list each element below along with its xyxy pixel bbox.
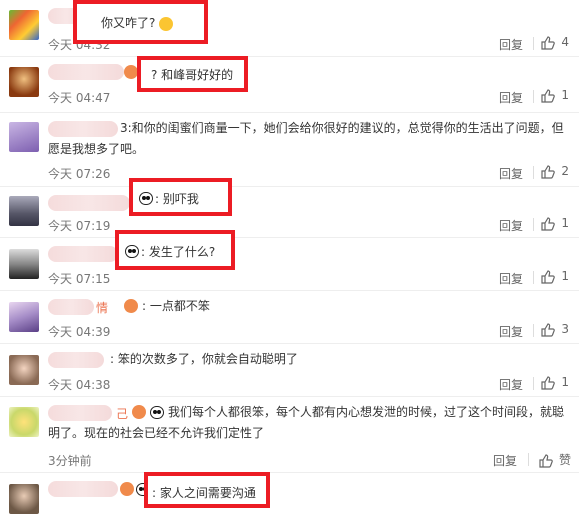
reply-button[interactable]: 回复 bbox=[499, 165, 523, 182]
comment-item: 3:和你的闺蜜们商量一下，她们会给你很好的建议的，总觉得你的生活出了问题，但愿是… bbox=[0, 112, 579, 187]
username-blurred bbox=[48, 299, 94, 315]
thumbs-up-icon bbox=[539, 453, 553, 468]
reply-button[interactable]: 回复 bbox=[493, 452, 517, 469]
reply-button[interactable]: 回复 bbox=[499, 323, 523, 340]
avatar[interactable] bbox=[9, 355, 39, 385]
comment-time: 今天 07:15 bbox=[48, 272, 111, 286]
like-count: 1 bbox=[561, 88, 569, 102]
divider bbox=[533, 377, 534, 390]
comment-item: 己 我们每个人都很笨，每个人都有内心想发泄的时候，过了这个时间段，就聪明了。现在… bbox=[0, 396, 579, 473]
thumbs-up-icon bbox=[541, 164, 556, 179]
like-count: 3 bbox=[561, 322, 569, 336]
vip-badge-icon bbox=[124, 299, 138, 313]
like-button[interactable]: 2 bbox=[541, 164, 569, 179]
username-blurred bbox=[48, 195, 130, 211]
comment-time: 今天 04:47 bbox=[48, 91, 111, 105]
username-blurred bbox=[48, 481, 118, 497]
laugh-emoji-icon bbox=[159, 16, 174, 31]
like-count: 1 bbox=[561, 216, 569, 230]
like-count: 2 bbox=[561, 164, 569, 178]
panda-badge-icon bbox=[139, 192, 153, 205]
username-blurred bbox=[48, 352, 104, 368]
avatar[interactable] bbox=[9, 302, 39, 332]
reply-button[interactable]: 回复 bbox=[499, 89, 523, 106]
reply-button[interactable]: 回复 bbox=[499, 270, 523, 287]
divider bbox=[528, 453, 529, 466]
vip-badge-icon bbox=[124, 65, 138, 79]
avatar[interactable] bbox=[9, 67, 39, 97]
comment-text: : 发生了什么? bbox=[141, 245, 216, 259]
reply-button[interactable]: 回复 bbox=[499, 376, 523, 393]
thumbs-up-icon bbox=[541, 375, 556, 390]
comment-time: 今天 07:26 bbox=[48, 167, 111, 181]
avatar[interactable] bbox=[9, 196, 39, 226]
comment-time: 今天 07:19 bbox=[48, 219, 111, 233]
comment-item: 今天 04:47 回复 1 ? 和峰哥好好的 bbox=[0, 56, 579, 113]
like-button[interactable]: 1 bbox=[541, 88, 569, 103]
highlight-box: 你又咋了? bbox=[73, 0, 208, 44]
avatar[interactable] bbox=[9, 10, 39, 40]
comment-item: 今天 07:15 回复 1 : 发生了什么? bbox=[0, 230, 579, 291]
avatar[interactable] bbox=[9, 249, 39, 279]
comment-text: 3:和你的闺蜜们商量一下，她们会给你很好的建议的，总觉得你的生活出了问题，但愿是… bbox=[48, 121, 564, 156]
comment-text: 我们每个人都很笨，每个人都有内心想发泄的时候，过了这个时间段，就聪明了。现在的社… bbox=[48, 405, 565, 440]
username-blurred bbox=[48, 246, 118, 262]
comment-text: : 笨的次数多了，你就会自动聪明了 bbox=[110, 352, 298, 366]
like-count: 1 bbox=[561, 375, 569, 389]
vip-badge-icon bbox=[120, 482, 134, 496]
thumbs-up-icon bbox=[541, 322, 556, 337]
thumbs-up-icon bbox=[541, 35, 556, 50]
comment-text: 你又咋了? bbox=[101, 14, 174, 31]
comment-text: : 家人之间需要沟通 bbox=[152, 486, 256, 500]
thumbs-up-icon bbox=[541, 269, 556, 284]
like-button[interactable]: 3 bbox=[541, 322, 569, 337]
comment-item: 今天 04:32 回复 4 你又咋了? bbox=[0, 0, 579, 57]
like-button[interactable]: 1 bbox=[541, 269, 569, 284]
like-count: 4 bbox=[561, 35, 569, 49]
comment-item: 情 : 一点都不笨 今天 04:39 回复 3 bbox=[0, 290, 579, 344]
like-button[interactable]: 1 bbox=[541, 216, 569, 231]
like-count: 1 bbox=[561, 269, 569, 283]
panda-badge-icon bbox=[125, 245, 139, 258]
thumbs-up-icon bbox=[541, 216, 556, 231]
comment-text: : 一点都不笨 bbox=[142, 299, 210, 313]
comment-item: : 笨的次数多了，你就会自动聪明了 今天 04:38 回复 1 bbox=[0, 343, 579, 397]
comment-text: : 别吓我 bbox=[155, 192, 199, 206]
divider bbox=[533, 271, 534, 284]
like-button[interactable]: 赞 bbox=[539, 451, 571, 468]
like-button[interactable]: 1 bbox=[541, 375, 569, 390]
like-label: 赞 bbox=[558, 453, 571, 467]
highlight-box: : 发生了什么? bbox=[115, 230, 235, 270]
username-blurred bbox=[48, 64, 124, 80]
like-button[interactable]: 4 bbox=[541, 35, 569, 50]
reply-button[interactable]: 回复 bbox=[499, 36, 523, 53]
thumbs-up-icon bbox=[541, 88, 556, 103]
divider bbox=[533, 218, 534, 231]
comment-item: : 家人之间需要沟通 bbox=[0, 472, 579, 514]
divider bbox=[533, 37, 534, 50]
avatar[interactable] bbox=[9, 122, 39, 152]
highlight-box: : 别吓我 bbox=[129, 178, 232, 216]
comment-text: ? 和峰哥好好的 bbox=[151, 68, 234, 82]
comment-item: 今天 07:19 回复 1 : 别吓我 bbox=[0, 178, 579, 238]
comment-time: 3分钟前 bbox=[48, 454, 92, 468]
username[interactable]: 情 bbox=[96, 299, 108, 316]
divider bbox=[533, 324, 534, 337]
comment-time: 今天 04:38 bbox=[48, 378, 111, 392]
divider bbox=[533, 90, 534, 103]
divider bbox=[533, 166, 534, 179]
avatar[interactable] bbox=[9, 407, 39, 437]
highlight-box: : 家人之间需要沟通 bbox=[144, 472, 270, 508]
comment-time: 今天 04:39 bbox=[48, 325, 111, 339]
reply-button[interactable]: 回复 bbox=[499, 217, 523, 234]
highlight-box: ? 和峰哥好好的 bbox=[137, 56, 248, 92]
